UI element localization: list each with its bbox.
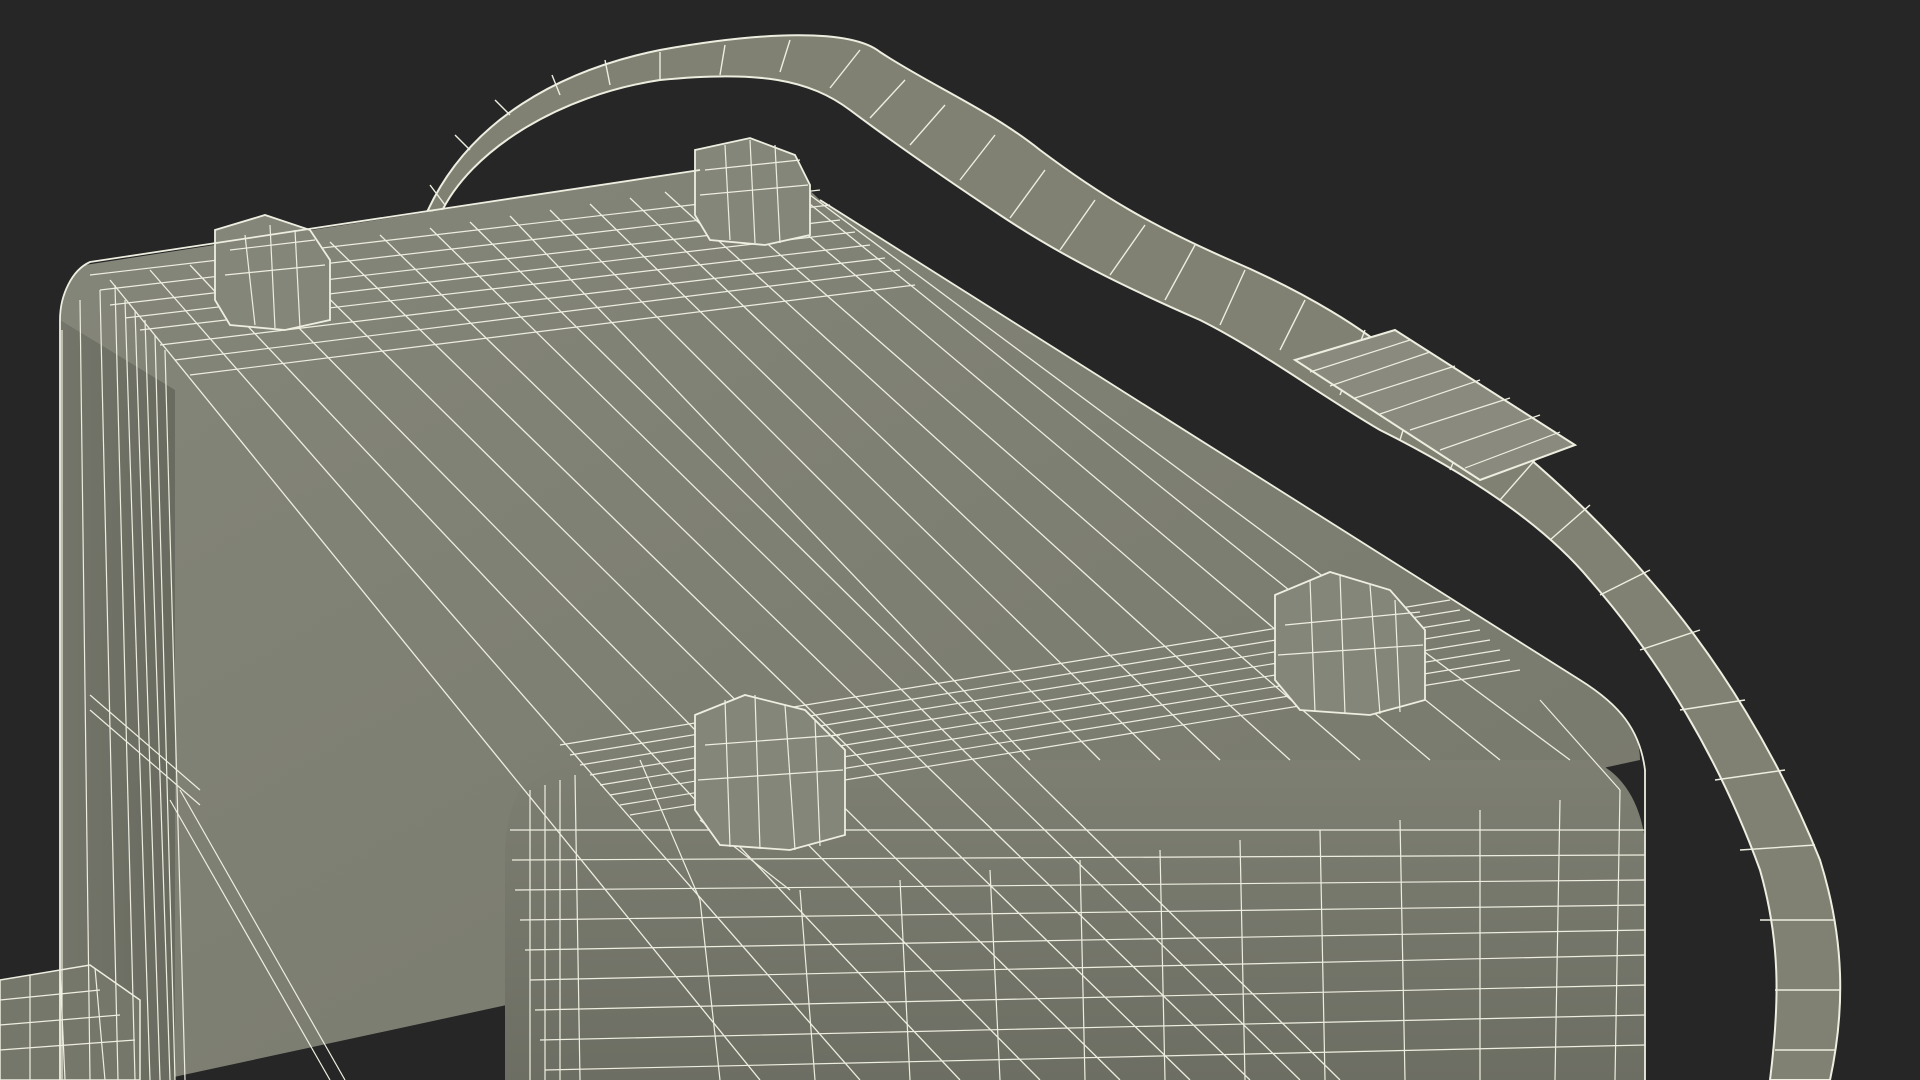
bumper-top-right [694, 137, 811, 246]
wireframe-render [0, 0, 1920, 1080]
render-viewport [0, 0, 1920, 1080]
